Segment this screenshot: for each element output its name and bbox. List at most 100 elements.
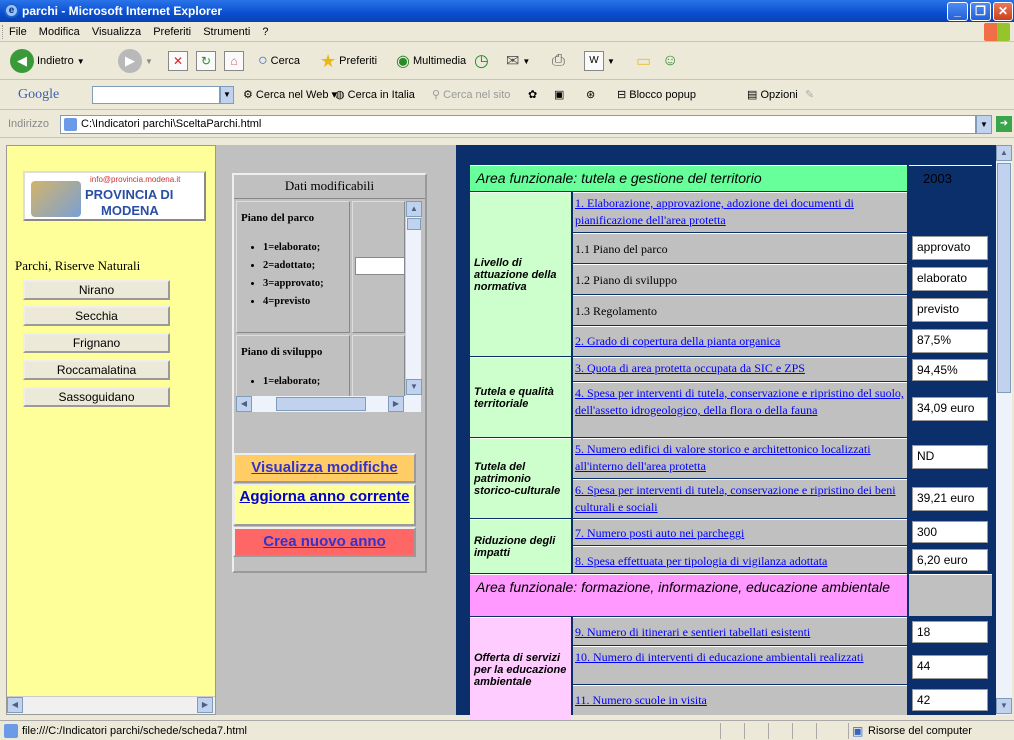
value-field[interactable]: approvato <box>912 236 988 260</box>
value-field[interactable]: 87,5% <box>912 329 988 353</box>
value-field[interactable]: 18 <box>912 621 988 643</box>
page-info-icon[interactable]: ▣ <box>554 88 564 101</box>
stop-button[interactable]: ✕ <box>168 49 188 73</box>
search-web-button[interactable]: ⚙ Cerca nel Web ▾ <box>243 88 337 101</box>
edit-button[interactable]: W ▼ <box>584 49 615 73</box>
indicator-link[interactable]: 2. Grado di copertura della pianta organ… <box>573 326 907 356</box>
google-logo[interactable]: Google <box>18 87 59 103</box>
media-button[interactable]: ◉ Multimedia <box>396 49 466 73</box>
menu-strumenti[interactable]: Strumenti <box>203 26 250 38</box>
back-button[interactable]: ◀ Indietro ▼ <box>10 49 85 73</box>
media-label: Multimedia <box>412 55 467 67</box>
scroll-thumb[interactable] <box>997 163 1011 393</box>
chevron-down-icon[interactable]: ▼ <box>976 115 992 134</box>
highlight-icon[interactable]: ✎ <box>805 88 814 101</box>
value-field[interactable]: 94,45% <box>912 359 988 381</box>
indicator-link[interactable]: 9. Numero di itinerari e sentieri tabell… <box>573 617 907 645</box>
messenger-button[interactable]: ☺ <box>662 49 678 73</box>
maximize-button[interactable]: ❐ <box>970 2 991 21</box>
indicator-link[interactable]: 8. Spesa effettuata per tipologia di vig… <box>573 546 907 573</box>
park-button-secchia[interactable]: Secchia <box>23 306 170 326</box>
favorites-button[interactable]: ★ Preferiti <box>320 49 377 73</box>
value-field[interactable]: 39,21 euro <box>912 487 988 511</box>
park-button-sassoguidano[interactable]: Sassoguidano <box>23 387 170 407</box>
value-field[interactable]: 34,09 euro <box>912 397 988 421</box>
crea-nuovo-anno-button[interactable]: Crea nuovo anno <box>233 527 416 557</box>
menu-help[interactable]: ? <box>262 26 268 38</box>
scroll-down-icon[interactable]: ▼ <box>406 379 422 395</box>
parks-heading: Parchi, Riserve Naturali <box>15 258 141 273</box>
go-button[interactable]: ➜ <box>996 116 1012 132</box>
group-label: Tutela del patrimonio storico-culturale <box>470 438 571 518</box>
value-field[interactable]: 42 <box>912 689 988 711</box>
search-button[interactable]: ○ Cerca <box>258 49 300 73</box>
scroll-right-icon[interactable]: ▶ <box>388 396 404 412</box>
indicator-link[interactable]: 10. Numero di interventi di educazione a… <box>573 646 907 684</box>
folder-icon: ▭ <box>636 53 652 70</box>
print-button[interactable]: ⎙ <box>552 49 565 73</box>
park-button-roccamalatina[interactable]: Roccamalatina <box>23 360 170 380</box>
grip-icon <box>2 25 5 39</box>
value-field[interactable]: ND <box>912 445 988 469</box>
minimize-button[interactable]: _ <box>947 2 968 21</box>
indicator-link[interactable]: 7. Numero posti auto nei parcheggi <box>573 519 907 545</box>
indicator-link[interactable]: 6. Spesa per interventi di tutela, conse… <box>573 479 907 518</box>
aggiorna-anno-button[interactable]: Aggiorna anno corrente <box>233 484 416 526</box>
value-field[interactable]: previsto <box>912 298 988 322</box>
horizontal-scrollbar[interactable]: ◀ ▶ <box>7 696 215 714</box>
value-field[interactable]: elaborato <box>912 267 988 291</box>
horizontal-scrollbar[interactable]: ◀ ▶ <box>236 396 421 412</box>
piano-parco-input[interactable] <box>355 257 405 275</box>
scroll-right-icon[interactable]: ▶ <box>197 697 213 713</box>
area-header: Area funzionale: formazione, informazion… <box>470 574 907 616</box>
piano-sviluppo-label: Piano di sviluppo <box>241 346 323 358</box>
address-input[interactable]: C:\Indicatori parchi\SceltaParchi.html <box>60 115 976 134</box>
indicator-link[interactable]: 1. Elaborazione, approvazione, adozione … <box>573 192 907 232</box>
folder-button[interactable]: ▭ <box>636 49 651 73</box>
google-search-input[interactable] <box>92 86 220 104</box>
dati-scroll-area[interactable]: Piano del parco 1=elaborato; 2=adottato;… <box>236 201 405 396</box>
address-bar: Indirizzo C:\Indicatori parchi\SceltaPar… <box>0 110 1014 138</box>
chevron-down-icon[interactable]: ▼ <box>77 57 85 66</box>
status-bar: file:///C:/Indicatori parchi/schede/sche… <box>0 720 1014 740</box>
menu-modifica[interactable]: Modifica <box>39 26 80 38</box>
scroll-down-icon[interactable]: ▼ <box>996 698 1012 714</box>
provincia-logo[interactable]: info@provincia.modena.it PROVINCIA DI MO… <box>23 171 206 221</box>
popup-blocker-button[interactable]: ⊟ Blocco popup <box>617 88 696 101</box>
menu-file[interactable]: File <box>9 26 27 38</box>
scroll-thumb[interactable] <box>276 397 366 411</box>
refresh-button[interactable]: ↻ <box>196 49 216 73</box>
home-button[interactable]: ⌂ <box>224 49 244 73</box>
chevron-down-icon[interactable]: ▼ <box>145 57 153 66</box>
back-label: Indietro <box>37 55 74 67</box>
indicator-link[interactable]: 11. Numero scuole in visita <box>573 685 907 715</box>
scroll-left-icon[interactable]: ◀ <box>7 697 23 713</box>
menu-preferiti[interactable]: Preferiti <box>153 26 191 38</box>
indicator-link[interactable]: 4. Spesa per interventi di tutela, conse… <box>573 382 907 437</box>
scroll-up-icon[interactable]: ▲ <box>406 201 422 217</box>
search-italy-button[interactable]: ◍ Cerca in Italia <box>335 88 415 101</box>
menu-visualizza[interactable]: Visualizza <box>92 26 141 38</box>
scroll-thumb[interactable] <box>407 218 421 230</box>
middle-frame: Dati modificabili Piano del parco 1=elab… <box>216 145 456 715</box>
up-icon[interactable]: ⊛ <box>586 88 595 101</box>
search-site-button[interactable]: ⚲ Cerca nel sito <box>432 88 510 101</box>
close-button[interactable]: ✕ <box>993 2 1013 21</box>
chevron-down-icon[interactable]: ▼ <box>220 86 234 104</box>
forward-button[interactable]: ▶ ▼ <box>118 49 153 73</box>
mail-button[interactable]: ✉ ▼ <box>506 49 530 73</box>
vertical-scrollbar[interactable]: ▲ ▼ <box>405 201 422 396</box>
vertical-scrollbar[interactable]: ▲ ▼ <box>996 145 1012 715</box>
park-button-nirano[interactable]: Nirano <box>23 280 170 300</box>
indicator-link[interactable]: 3. Quota di area protetta occupata da SI… <box>573 357 907 381</box>
park-button-frignano[interactable]: Frignano <box>23 333 170 353</box>
value-field[interactable]: 6,20 euro <box>912 549 988 571</box>
scroll-left-icon[interactable]: ◀ <box>236 396 252 412</box>
value-field[interactable]: 44 <box>912 655 988 679</box>
value-field[interactable]: 300 <box>912 521 988 543</box>
visualizza-modifiche-button[interactable]: Visualizza modifiche <box>233 453 416 483</box>
options-button[interactable]: ▤ Opzioni <box>747 88 798 101</box>
scroll-up-icon[interactable]: ▲ <box>996 145 1012 161</box>
history-button[interactable]: ◷ <box>474 49 489 73</box>
indicator-link[interactable]: 5. Numero edifici di valore storico e ar… <box>573 438 907 478</box>
